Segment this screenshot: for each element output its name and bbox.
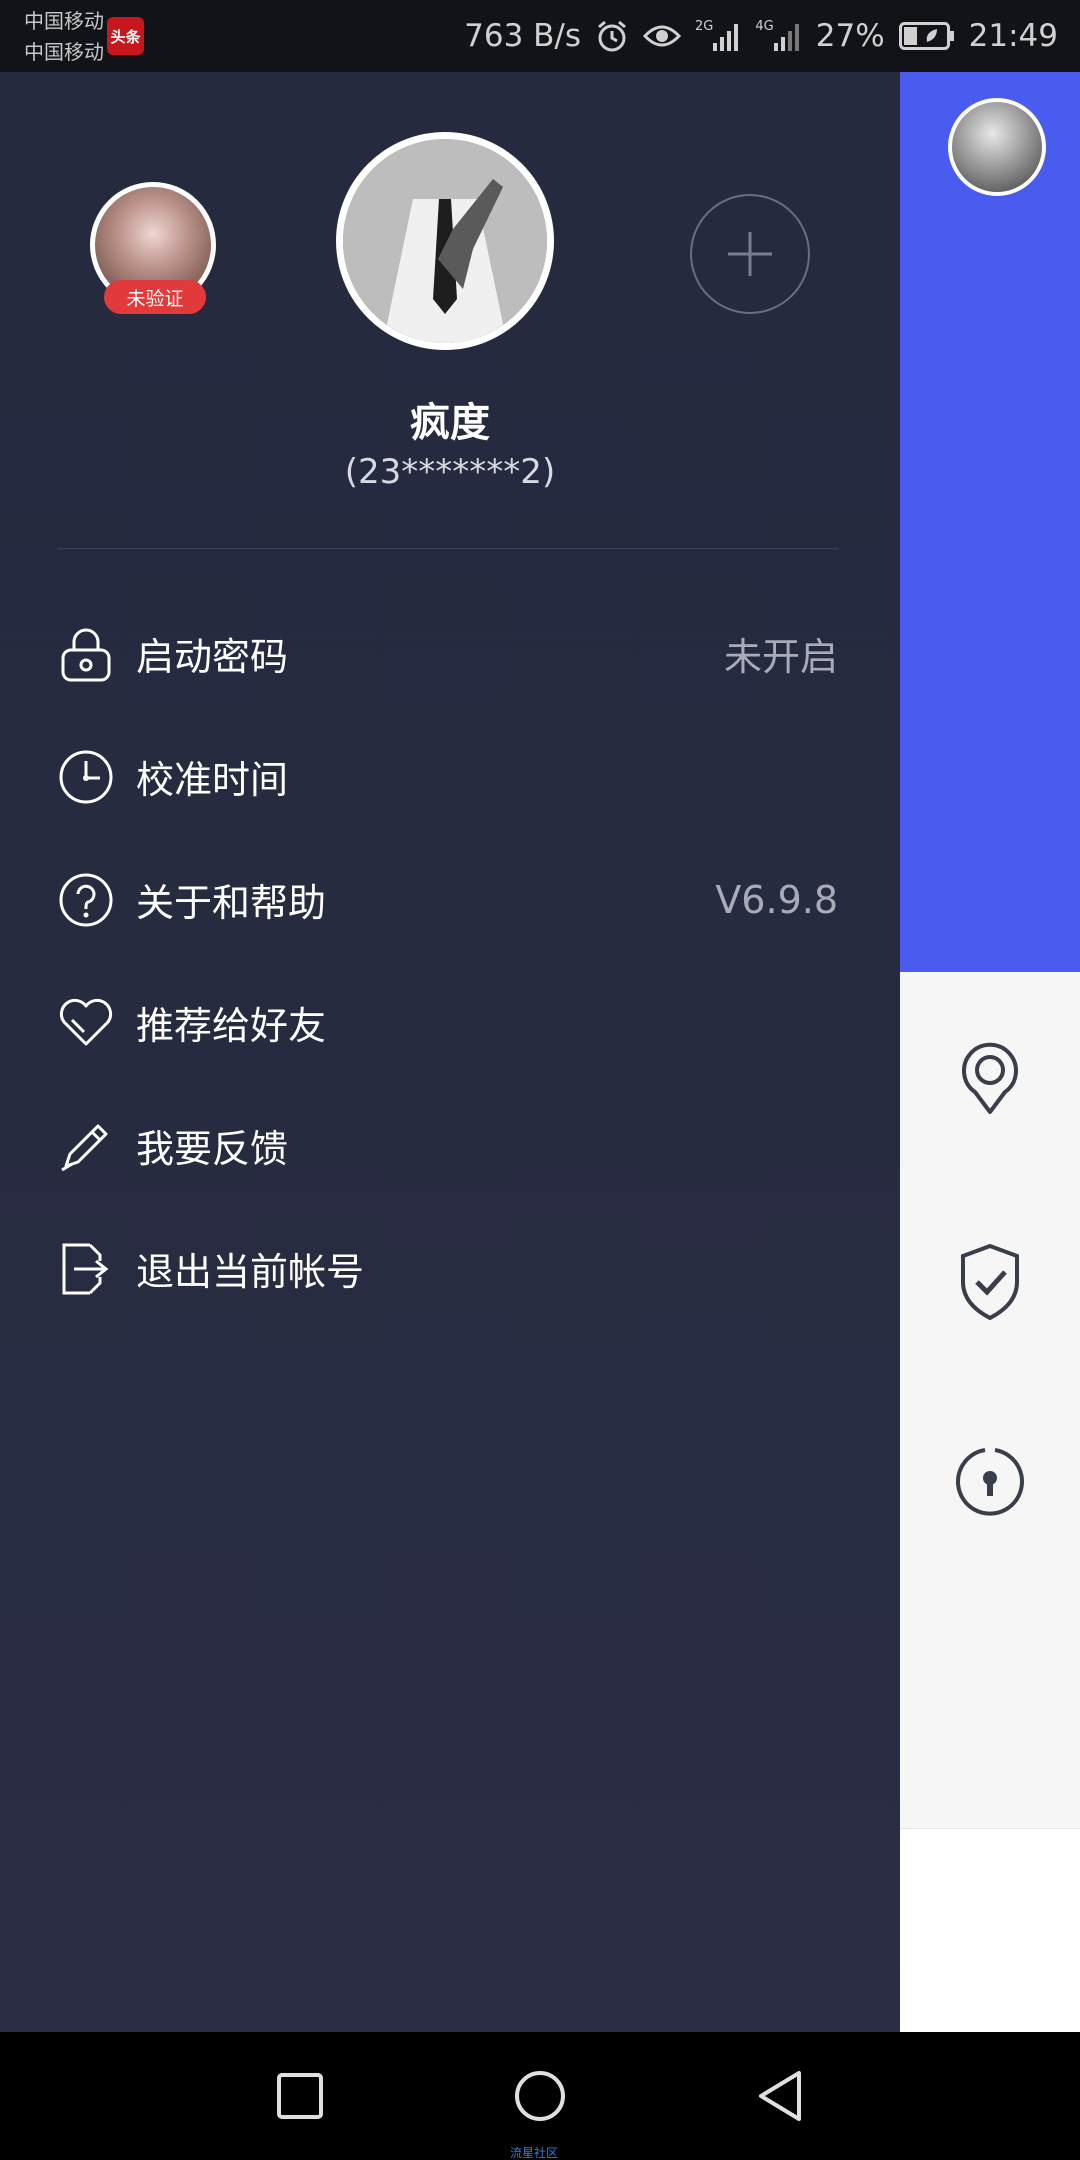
plus-icon [728,232,772,276]
net-2g-label: 2G [695,18,714,34]
menu-item-label: 推荐给好友 [136,1004,327,1048]
clock-time: 21:49 [968,18,1058,54]
net-4g-label: 4G [755,18,774,34]
background-header [900,72,1080,972]
status-indicators: 763 B/s 2G 4G 27% 21:49 [464,14,1058,58]
menu-item-label: 退出当前帐号 [136,1250,365,1294]
pencil-icon [58,1118,114,1174]
screen: 中国移动 中国移动 头条 763 B/s 2G 4G 27% 21:49 未验证… [0,0,1080,2160]
carrier-2: 中国移动 [24,40,104,64]
location-pin-icon[interactable] [955,1036,1025,1116]
logout-icon [58,1241,114,1297]
clock-icon [58,749,114,805]
menu-item-label: 我要反馈 [136,1127,289,1171]
background-avatar[interactable] [948,98,1046,196]
divider [58,548,838,549]
account-id: (23*******2) [344,452,556,492]
username: 疯度 [410,400,490,446]
toutiao-app-icon: 头条 [107,17,144,55]
square-icon [277,2073,323,2119]
shield-check-icon[interactable] [955,1242,1025,1322]
eye-icon [643,22,682,50]
watermark-label: 流星社区 [510,2146,559,2160]
background-app [900,72,1080,2032]
home-button[interactable] [510,2066,570,2126]
menu-item-label: 关于和帮助 [136,881,327,925]
side-drawer: 未验证 疯度 (23*******2) 启动密码 未开启 校准时间 关于和帮助 … [0,72,900,2032]
menu-item-about-help[interactable]: 关于和帮助 V6.9.8 [58,838,838,961]
menu-item-logout[interactable]: 退出当前帐号 [58,1207,838,1330]
menu-item-label: 校准时间 [136,758,289,802]
carrier-1: 中国移动 [24,9,104,33]
heart-icon [58,995,114,1051]
current-account-avatar[interactable] [336,132,554,350]
navigation-bar: 流星社区 [0,2032,1080,2160]
menu-item-calibrate-time[interactable]: 校准时间 [58,715,838,838]
menu-item-value: 未开启 [723,635,838,679]
triangle-back-icon [759,2071,801,2121]
battery-percent: 27% [815,18,885,54]
help-icon [58,872,114,928]
menu-item-startup-password[interactable]: 启动密码 未开启 [58,592,838,715]
battery-icon [898,22,955,50]
menu-item-value: V6.9.8 [715,877,838,922]
lock-icon [58,626,114,682]
menu-item-recommend-friends[interactable]: 推荐给好友 [58,961,838,1084]
alarm-icon [595,19,629,53]
circle-icon [515,2071,565,2121]
status-bar: 中国移动 中国移动 头条 763 B/s 2G 4G 27% 21:49 [0,0,1080,72]
menu-item-label: 启动密码 [136,635,289,679]
net-speed: 763 B/s [464,18,582,54]
unverified-badge: 未验证 [104,280,206,314]
carrier-info: 中国移动 中国移动 [24,6,104,68]
recents-button[interactable] [270,2066,330,2126]
add-account-button[interactable] [690,194,810,314]
background-footer [900,1828,1080,2032]
back-button[interactable] [750,2066,810,2126]
signal-4g-icon: 4G [755,18,801,51]
signal-2g-icon: 2G [695,18,741,51]
menu-item-feedback[interactable]: 我要反馈 [58,1084,838,1207]
keyhole-icon[interactable] [955,1442,1025,1522]
avatar-photo [343,139,547,343]
drawer-menu: 启动密码 未开启 校准时间 关于和帮助 V6.9.8 推荐给好友 我要反馈 退出… [58,592,838,1330]
